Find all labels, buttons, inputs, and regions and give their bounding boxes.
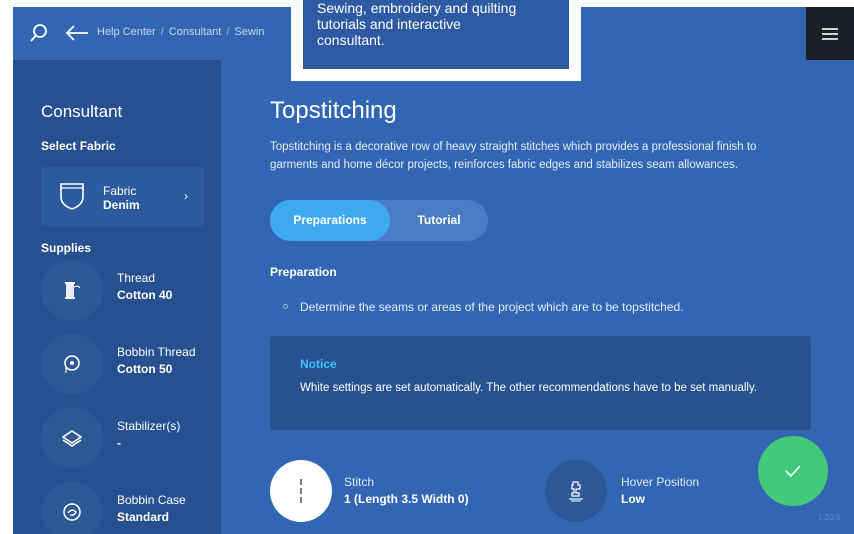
notice-heading: Notice [300, 357, 337, 371]
tab-preparations[interactable]: Preparations [270, 200, 390, 241]
page-title: Topstitching [270, 97, 397, 124]
bullet-icon [283, 304, 288, 309]
breadcrumb-consultant[interactable]: Consultant [169, 26, 222, 38]
breadcrumb-help-center[interactable]: Help Center [97, 26, 156, 38]
breadcrumb: Help Center / Consultant / Sewin [97, 26, 264, 38]
back-arrow-icon[interactable] [65, 24, 89, 42]
hover-position-button[interactable] [545, 460, 607, 522]
notice-text: White settings are set automatically. Th… [300, 382, 758, 394]
bobbin-case-label: Bobbin Case [117, 493, 186, 507]
breadcrumb-sewing[interactable]: Sewin [234, 26, 264, 38]
hover-position-label: Hover Position [621, 475, 700, 489]
straight-stitch-icon [300, 479, 302, 503]
breadcrumb-separator: / [160, 26, 164, 38]
supply-icon-circle [41, 481, 103, 534]
supply-icon-circle [41, 333, 103, 395]
supplies-label: Supplies [41, 241, 92, 255]
tooltip: Sewing, embroidery and quilting tutorial… [291, 0, 581, 81]
confirm-button[interactable] [758, 436, 828, 506]
menu-button[interactable] [806, 7, 854, 60]
presser-foot-icon [569, 481, 583, 502]
bobbin-thread-value: Cotton 50 [117, 362, 173, 376]
notice-box: Notice White settings are set automatica… [270, 336, 811, 430]
supply-thread[interactable]: Thread Cotton 40 [41, 259, 221, 321]
select-fabric-label: Select Fabric [41, 139, 116, 153]
consultant-sidebar: Consultant Select Fabric Fabric Denim › … [13, 60, 221, 534]
thread-label: Thread [117, 271, 156, 285]
search-icon[interactable] [29, 23, 49, 43]
supply-bobbin-thread[interactable]: Bobbin Thread Cotton 50 [41, 333, 221, 395]
page-description: Topstitching is a decorative row of heav… [270, 141, 757, 171]
stitch-setting-button[interactable] [270, 460, 332, 522]
supply-icon-circle [41, 259, 103, 321]
pocket-icon [60, 183, 84, 210]
tooltip-line: tutorials and interactive [317, 16, 461, 32]
chevron-right-icon: › [184, 189, 188, 203]
fabric-selector[interactable]: Fabric Denim › [41, 167, 204, 226]
supply-stabilizer[interactable]: Stabilizer(s) - [41, 407, 221, 469]
bobbin-case-value: Standard [117, 510, 170, 524]
bobbin-case-icon [63, 503, 81, 521]
thread-spool-icon [65, 282, 81, 299]
bobbin-thread-label: Bobbin Thread [117, 345, 196, 359]
tooltip-content: Sewing, embroidery and quilting tutorial… [303, 0, 569, 69]
supply-bobbin-case[interactable]: Bobbin Case Standard [41, 481, 221, 534]
list-item: Determine the seams or areas of the proj… [300, 300, 684, 314]
app-window: Help Center / Consultant / Sewin Consult… [13, 7, 854, 534]
tab-tutorial[interactable]: Tutorial [390, 200, 488, 241]
thread-value: Cotton 40 [117, 288, 173, 302]
stitch-label: Stitch [344, 475, 375, 489]
bobbin-icon [64, 355, 80, 373]
tooltip-line: consultant. [317, 32, 385, 48]
stitch-value: 1 (Length 3.5 Width 0) [344, 492, 469, 506]
sidebar-title: Consultant [41, 102, 123, 121]
stabilizer-icon [61, 430, 83, 447]
hamburger-menu-icon [822, 27, 838, 40]
preparation-heading: Preparation [270, 265, 337, 279]
stabilizer-value: - [117, 436, 121, 450]
tooltip-line: Sewing, embroidery and quilting [317, 0, 517, 16]
supply-icon-circle [41, 407, 103, 469]
hover-position-value: Low [621, 492, 645, 506]
checkmark-icon [785, 465, 801, 478]
fabric-value: Denim [103, 198, 140, 212]
stabilizer-label: Stabilizer(s) [117, 419, 181, 433]
version-label: 1.20.9 [818, 513, 841, 522]
fabric-label: Fabric [103, 184, 137, 198]
tab-bar: Preparations Tutorial [270, 200, 488, 241]
breadcrumb-separator: / [226, 26, 230, 38]
